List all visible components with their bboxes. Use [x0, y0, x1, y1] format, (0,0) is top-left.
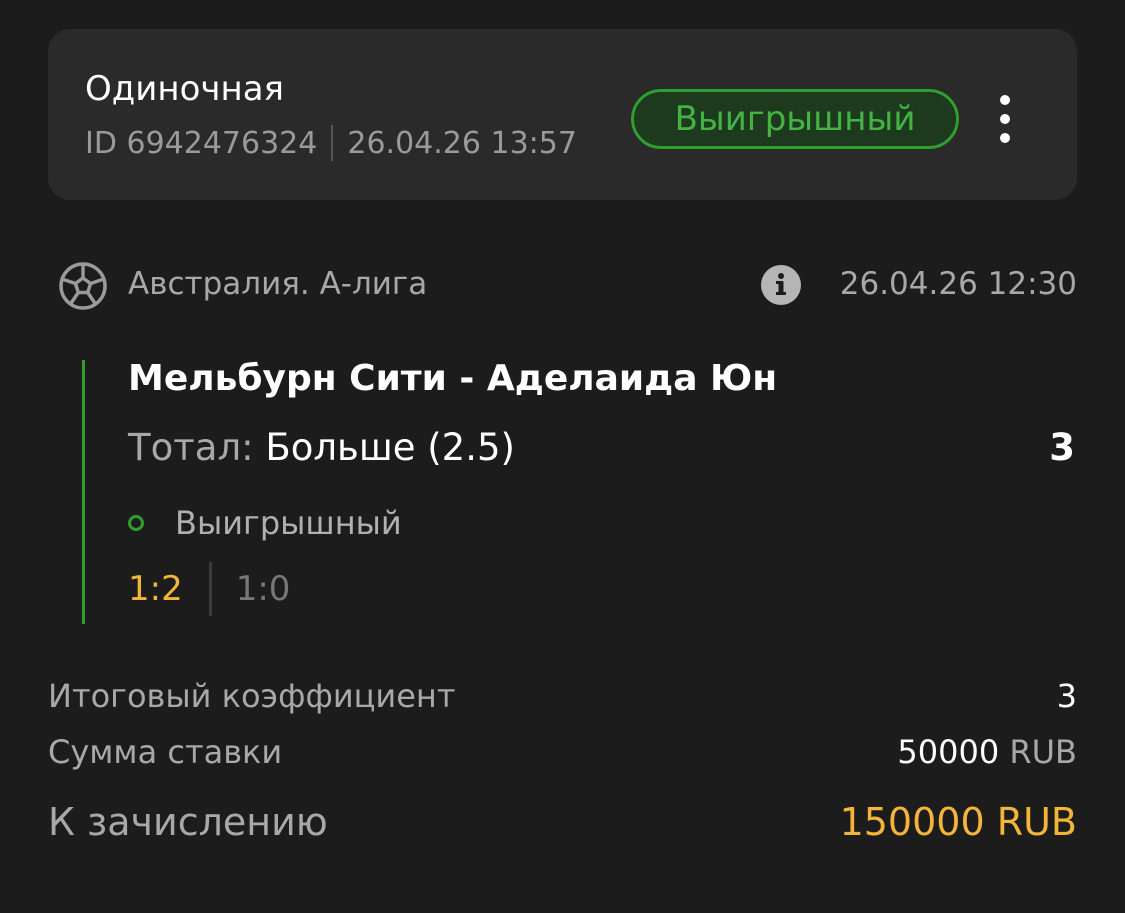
half-time-score: 1:0 [235, 569, 291, 609]
event-status-bar [82, 360, 85, 624]
bet-header-card: Одиночная ID 6942476324 26.04.26 13:57 В… [48, 29, 1077, 200]
bet-id: ID 6942476324 [85, 125, 318, 161]
payout-value: 150000 RUB [839, 800, 1077, 844]
selection-odd: 3 [1049, 426, 1075, 469]
stake-label: Сумма ставки [48, 733, 283, 771]
bet-status-badge: Выигрышный [631, 89, 959, 149]
bet-meta: ID 6942476324 26.04.26 13:57 [85, 125, 577, 161]
selection-status: Выигрышный [128, 503, 402, 543]
more-options-button[interactable] [988, 95, 1022, 143]
kebab-dot [1000, 95, 1010, 105]
match-title: Мельбурн Сити - Аделаида Юн [128, 358, 778, 399]
league-row: Австралия. А-лига 26.04.26 12:30 [58, 259, 1077, 311]
kebab-dot [1000, 133, 1010, 143]
league-name: Австралия. А-лига [128, 266, 428, 302]
market-label: Тотал: [128, 426, 254, 469]
soccer-ball-icon [59, 262, 107, 310]
total-odds-value: 3 [1056, 677, 1077, 715]
info-icon[interactable] [760, 264, 802, 306]
stake-amount: 50000 [897, 733, 1000, 771]
meta-divider [331, 125, 334, 161]
stake-row: Сумма ставки 50000 RUB [48, 733, 1077, 771]
stake-value: 50000 RUB [897, 733, 1077, 771]
score-row: 1:2 1:0 [128, 562, 290, 616]
score-divider [208, 562, 212, 616]
payout-label: К зачислению [48, 800, 328, 844]
final-score: 1:2 [128, 569, 183, 609]
total-odds-row: Итоговый коэффициент 3 [48, 677, 1077, 715]
market-row: Тотал: Больше (2.5) [128, 426, 515, 469]
total-odds-label: Итоговый коэффициент [48, 677, 456, 715]
event-start-time: 26.04.26 12:30 [839, 266, 1077, 302]
status-circle-icon [128, 515, 144, 531]
stake-currency: RUB [1009, 733, 1077, 771]
market-selection: Больше (2.5) [265, 426, 515, 469]
selection-status-text: Выигрышный [175, 504, 402, 542]
bet-type-title: Одиночная [85, 69, 285, 109]
payout-row: К зачислению 150000 RUB [48, 800, 1077, 844]
bet-datetime: 26.04.26 13:57 [347, 125, 577, 161]
kebab-dot [1000, 114, 1010, 124]
